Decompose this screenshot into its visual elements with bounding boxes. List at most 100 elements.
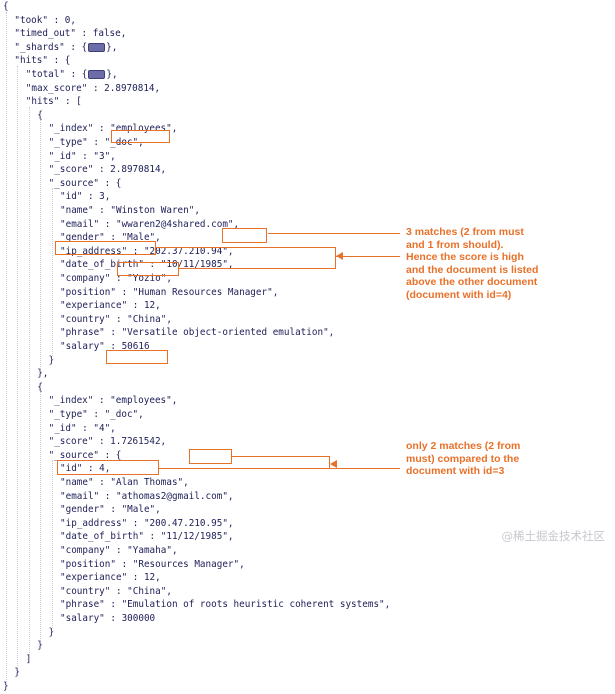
json-line-text: "country" : "China", [60,313,172,325]
indent-guide [40,120,42,370]
json-line: "name" : "Alan Thomas", [60,476,189,490]
json-line: "timed_out" : false, [14,27,126,41]
json-line: "hits" : [ [26,95,82,109]
json-line-text: { [37,381,43,393]
json-line-closing: }, [106,69,118,80]
json-line-text: "email" : "athomas2@gmail.com", [60,490,234,502]
json-line: } [3,680,9,694]
json-line-text: "position" : "Human Resources Manager", [60,286,279,298]
doc4-connector-position [232,456,330,457]
collapsed-object-icon[interactable] [88,70,106,79]
json-line: }, [37,367,48,381]
json-line: "gender" : "Male", [60,503,161,517]
doc4-arrow-icon [330,460,337,468]
doc3-score-highlight [111,130,170,143]
json-line: "phrase" : "Versatile object-oriented em… [60,326,334,340]
json-line-text: } [3,681,9,692]
json-line-text: "took" : 0, [14,14,76,26]
doc3-connector-bottom [336,256,400,257]
json-line: "salary" : 300000 [60,612,155,626]
doc3-connector-phrase [179,268,336,269]
doc3-position-highlight [222,228,267,243]
json-line: "country" : "China", [60,313,172,327]
json-line-text: "_shards" : { [14,41,88,53]
json-line-text: "phrase" : "Emulation of roots heuristic… [60,599,391,611]
json-line: "_source" : { [49,177,122,191]
json-line: "position" : "Resources Manager", [60,558,245,572]
json-line-text: "_source" : { [48,177,122,189]
json-line-text: "total" : { [25,69,88,80]
json-line-text: "gender" : "Male", [60,504,161,516]
json-line: "phrase" : "Emulation of roots heuristic… [60,598,390,612]
json-line-text: "_id" : "4", [48,422,116,434]
json-line-text: { [37,109,43,121]
json-line: "_id" : "3", [49,150,116,164]
json-line-text: "salary" : 300000 [60,613,156,624]
json-line-text: "phrase" : "Versatile object-oriented em… [60,327,335,339]
json-line: "experiance" : 12, [60,299,161,313]
json-line: "company" : "Yamaha", [60,544,178,558]
json-line-text: "experiance" : 12, [60,300,161,312]
collapsed-object-icon[interactable] [88,42,106,52]
json-line-text: "date_of_birth" : "11/12/1985", [60,531,234,543]
json-line: "experiance" : 12, [60,571,161,585]
json-line: "_index" : "employees", [49,394,178,408]
doc4-connector-exp [159,468,400,469]
json-line-text: } [48,354,55,366]
doc3-experiance-highlight [55,241,156,255]
json-line-text: "position" : "Resources Manager", [60,558,245,570]
json-line: "id" : 3, [60,190,110,204]
json-line-text: "hits" : { [14,55,71,67]
json-line: "date_of_birth" : "11/12/1985", [60,530,234,544]
doc3-annotation: 3 matches (2 from must and 1 from should… [406,226,539,301]
json-line: "position" : "Human Resources Manager", [60,286,278,300]
indent-guide [40,392,42,642]
json-line-text: "_id" : "3", [48,150,116,162]
json-line-text: } [48,626,55,638]
indent-guide [28,106,30,655]
json-line-text: } [14,667,20,679]
json-line-text: "_score" : 2.8970814, [48,164,167,176]
watermark: @稀土掘金技术社区 [501,529,606,543]
json-line: "_id" : "4", [49,422,116,436]
json-line: } [14,666,20,680]
doc3-arrow-icon [336,252,343,260]
json-line-text: "max_score" : 2.8970814, [25,82,161,94]
doc4-position-highlight [189,449,232,464]
json-line-text: "_index" : "employees", [48,395,178,407]
json-line-text: "_type" : "_doc", [48,409,144,420]
json-line: } [37,639,43,653]
json-line: "ip_address" : "200.47.210.95", [60,517,234,531]
json-line: "took" : 0, [14,14,76,28]
indent-guide [51,460,53,628]
json-line-text: "ip_address" : "200.47.210.95", [60,517,234,529]
doc4-score-highlight [106,350,168,364]
json-line: ] [26,653,32,667]
json-line: "hits" : { [14,54,70,68]
json-line-closing: }, [106,41,118,53]
json-line-text: "id" : 3, [60,191,111,203]
doc3-phrase-highlight [117,262,179,276]
json-line: "_type" : "_doc", [49,408,144,422]
json-line-text: { [3,1,9,12]
json-line: "total" : {}, [26,68,118,82]
json-line: "_score" : 1.7261542, [49,435,167,449]
json-line-text: "name" : "Winston Waren", [60,205,200,216]
json-line-text: "name" : "Alan Thomas", [60,477,189,488]
json-line-text: "company" : "Yamaha", [60,545,178,556]
json-line-text: "hits" : [ [25,96,82,108]
doc4-annotation: only 2 matches (2 from must) compared to… [406,440,521,478]
json-line-text: "timed_out" : false, [14,28,127,40]
json-line: "email" : "athomas2@gmail.com", [60,490,234,504]
json-line: "max_score" : 2.8970814, [26,82,160,96]
json-line-text: "email" : "wwaren2@4shared.com", [60,218,240,230]
json-line: "email" : "wwaren2@4shared.com", [60,218,239,232]
indent-guide [17,66,19,669]
doc4-experiance-highlight [57,460,159,475]
json-line-text: "country" : "China", [60,585,172,597]
json-line-text: }, [37,368,49,380]
json-line: "country" : "China", [60,585,172,599]
indent-guide [51,188,53,356]
json-line: "_shards" : {}, [14,41,117,55]
json-line: "name" : "Winston Waren", [60,204,200,218]
